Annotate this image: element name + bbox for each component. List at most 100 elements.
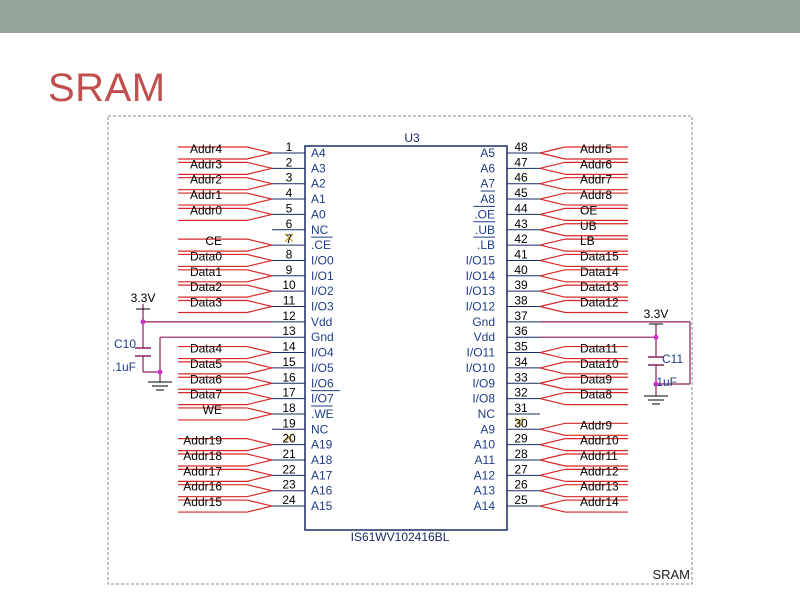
pin-number: 31 xyxy=(514,401,528,415)
pin-number: 36 xyxy=(514,324,528,338)
pin-number: 3 xyxy=(286,171,293,185)
pin-44: 44 .OE OE xyxy=(473,201,628,221)
pin-name: I/O6 xyxy=(311,376,334,390)
pin-number: 39 xyxy=(514,278,528,292)
pin-name: Gnd xyxy=(472,315,495,329)
pin-name: .LB xyxy=(477,238,495,252)
pin-name: I/O9 xyxy=(472,376,495,390)
net-label-addr0: Addr0 xyxy=(190,203,222,217)
net-label-addr16: Addr16 xyxy=(183,480,222,494)
pin-name: A2 xyxy=(311,177,326,191)
pin-name: I/O3 xyxy=(311,300,334,314)
pin-name: A16 xyxy=(311,484,333,498)
net-label-addr13: Addr13 xyxy=(580,480,619,494)
pin-number: 14 xyxy=(282,340,296,354)
pin-25: 25 A14 Addr14 xyxy=(474,493,628,513)
pin-name: A6 xyxy=(480,161,495,175)
net-label-addr14: Addr14 xyxy=(580,495,619,509)
net-label-data4: Data4 xyxy=(190,342,222,356)
junction-dot xyxy=(140,319,146,325)
pin-name: I/O11 xyxy=(467,346,496,360)
pin-name: I/O5 xyxy=(311,361,334,375)
pin-number: 45 xyxy=(514,186,528,200)
pin-name: .UB xyxy=(475,223,495,237)
pin-number: 48 xyxy=(514,140,528,154)
net-label-addr18: Addr18 xyxy=(183,449,222,463)
chip-part-number: IS61WV102416BL xyxy=(351,530,450,544)
net-label-data10: Data10 xyxy=(580,357,619,371)
pin-number: 47 xyxy=(514,155,528,169)
pin-43: 43 .UB UB xyxy=(473,217,628,237)
pin-number: 19 xyxy=(282,416,296,430)
pin-24: 24 A15 Addr15 xyxy=(178,493,333,513)
pin-name: I/O13 xyxy=(466,284,496,298)
pin-name: I/O7 xyxy=(311,392,334,406)
pin-number: 16 xyxy=(282,370,296,384)
pin-number: 28 xyxy=(514,447,528,461)
pin-number: 35 xyxy=(514,340,528,354)
pin-number: 22 xyxy=(282,462,296,476)
pin-name: A3 xyxy=(311,161,326,175)
pin-groups: 1 A4Addr42 A3Addr33 A2Addr24 A1Addr15 A0Addr0… xyxy=(178,140,628,513)
pin-name: I/O10 xyxy=(466,361,496,375)
pin-number: 1 xyxy=(286,140,293,154)
chip-ref: U3 xyxy=(404,131,420,145)
cap-ref-right: C11 xyxy=(662,352,683,366)
pin-number: 24 xyxy=(282,493,296,507)
net-label-addr1: Addr1 xyxy=(190,188,222,202)
pin-name: I/O14 xyxy=(466,269,496,283)
pin-name: I/O4 xyxy=(311,346,334,360)
pin-number: 18 xyxy=(282,401,296,415)
net-label-lb: LB xyxy=(580,234,595,248)
pin-number: 37 xyxy=(514,309,528,323)
net-label-addr17: Addr17 xyxy=(183,464,222,478)
net-label-addr11: Addr11 xyxy=(580,449,618,463)
junction-dot xyxy=(157,369,163,375)
pin-name: A1 xyxy=(311,192,326,206)
pin-name: A0 xyxy=(311,207,326,221)
net-label-data15: Data15 xyxy=(580,249,619,263)
pin-number: 5 xyxy=(286,201,293,215)
pin-number: 46 xyxy=(514,171,528,185)
pin-name: A10 xyxy=(474,438,496,452)
net-label-we: WE xyxy=(203,403,222,417)
pin-number: 21 xyxy=(282,447,296,461)
pin-name: A19 xyxy=(311,438,333,452)
pin-name: A17 xyxy=(311,468,333,482)
net-label-data5: Data5 xyxy=(190,357,222,371)
supply-label-left: 3.3V xyxy=(131,291,156,305)
pin-number: 41 xyxy=(514,247,528,261)
pin-number: 15 xyxy=(282,355,296,369)
net-label-data9: Data9 xyxy=(580,372,612,386)
net-label-ce: CE xyxy=(205,234,222,248)
net-label-data2: Data2 xyxy=(190,280,222,294)
net-label-addr6: Addr6 xyxy=(580,157,612,171)
net-label-addr8: Addr8 xyxy=(580,188,612,202)
pin-number: 32 xyxy=(514,386,528,400)
pin-name: NC xyxy=(311,223,329,237)
pin-number: 29 xyxy=(514,432,528,446)
pin-number: 27 xyxy=(514,462,528,476)
pin-name: NC xyxy=(478,407,496,421)
pin-number: 40 xyxy=(514,263,528,277)
net-port xyxy=(178,407,273,421)
pin-name: Gnd xyxy=(311,330,334,344)
supply-label-right: 3.3V xyxy=(644,307,669,321)
pin-number: 10 xyxy=(282,278,296,292)
pin-name: A5 xyxy=(480,146,495,160)
pin-number: 33 xyxy=(514,370,528,384)
pin-name: A9 xyxy=(480,422,495,436)
net-label-addr9: Addr9 xyxy=(580,418,612,432)
pin-number: 4 xyxy=(286,186,293,200)
pin-number: 2 xyxy=(286,155,293,169)
pin-number: 26 xyxy=(514,478,528,492)
pin-name: A12 xyxy=(474,468,496,482)
net-label-addr4: Addr4 xyxy=(190,142,222,156)
net-label-ub: UB xyxy=(580,219,597,233)
pin-number: 42 xyxy=(514,232,528,246)
cap-ref-left: C10 xyxy=(114,337,136,351)
pin-number: 44 xyxy=(514,201,528,215)
net-label-oe: OE xyxy=(580,203,597,217)
pin-number: 12 xyxy=(282,309,296,323)
pin-number: 7 xyxy=(286,232,293,246)
